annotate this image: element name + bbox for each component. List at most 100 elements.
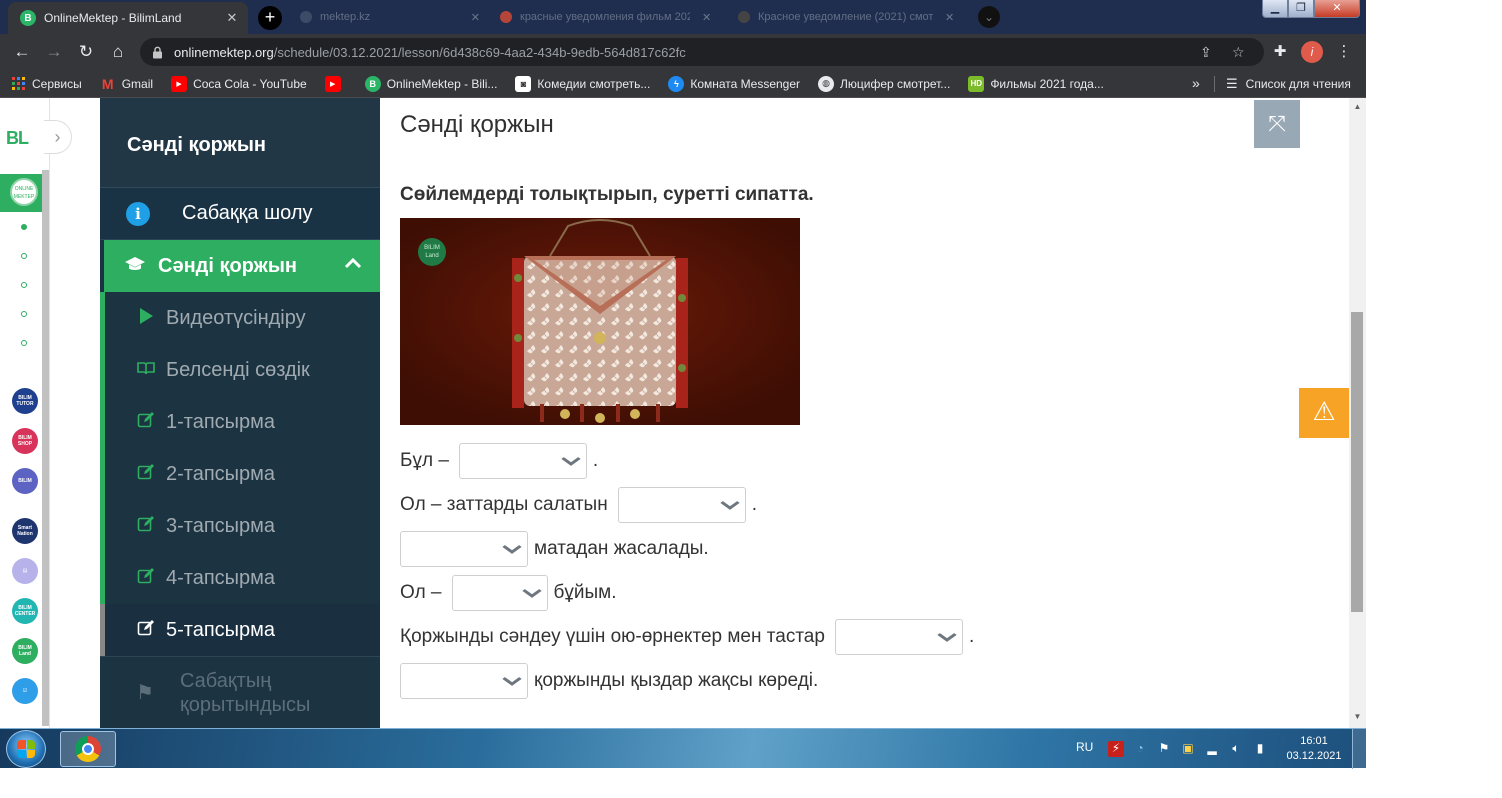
rail-app-icon[interactable]: ▤ (12, 558, 38, 584)
sidebar-item-task[interactable]: 4-тапсырма (100, 552, 380, 604)
sidebar-item-task[interactable]: Видеотүсіндіру (100, 292, 380, 344)
language-indicator[interactable]: RU (1076, 740, 1093, 754)
rail-app-icon[interactable]: Smart Nation (12, 518, 38, 544)
maximize-button[interactable]: ❐ (1288, 0, 1314, 18)
bookmark-youtube[interactable]: ▶ (324, 75, 347, 92)
start-button[interactable] (6, 730, 46, 768)
rail-nav-dot[interactable] (21, 340, 27, 346)
sidebar-section-toggle[interactable]: Сәнді қоржын (104, 240, 380, 292)
profile-avatar[interactable]: i (1301, 41, 1323, 63)
rail-nav-dot[interactable] (21, 224, 27, 230)
power-plug-icon[interactable]: ▮ (1252, 741, 1268, 757)
background-tab-1[interactable]: mektep.kz ✕ (300, 6, 480, 28)
address-bar[interactable]: onlinemektep.org /schedule/03.12.2021/le… (140, 38, 1264, 66)
back-icon[interactable]: ← (10, 40, 34, 64)
tab-close-icon[interactable]: ✕ (945, 11, 954, 24)
extensions-puzzle-icon[interactable]: ✚ (1268, 40, 1292, 64)
tab-close-icon[interactable]: ✕ (222, 10, 242, 26)
globe-icon: ◍ (818, 75, 835, 92)
sidebar-item-conclusion[interactable]: ⚑ Сабақтың қорытындысы (100, 656, 380, 728)
bookmark-label: Комедии смотреть... (537, 76, 651, 91)
rail-scrollbar[interactable] (42, 170, 49, 726)
bookmark-lucifer[interactable]: ◍ Люцифер смотрет... (818, 75, 950, 92)
scroll-down-arrow-icon[interactable]: ▼ (1349, 712, 1366, 721)
edit-icon (136, 567, 156, 590)
sentence-text-after: бұйым. (553, 582, 617, 603)
bookmark-onlinemektep[interactable]: B OnlineMektep - Bili... (364, 75, 497, 92)
answer-dropdown[interactable] (451, 575, 548, 611)
bookmark-films-2021[interactable]: HD Фильмы 2021 года... (968, 75, 1104, 92)
device-tray-icon[interactable]: ▣ (1180, 741, 1196, 757)
show-desktop-button[interactable] (1352, 729, 1366, 769)
reload-icon[interactable]: ↻ (74, 40, 98, 64)
rail-app-icon[interactable]: BILIM (12, 468, 38, 494)
answer-dropdown[interactable] (458, 443, 587, 479)
bookmark-services[interactable]: Сервисы (10, 76, 82, 92)
answer-dropdown[interactable] (400, 531, 528, 567)
tab-title: OnlineMektep - BilimLand (44, 11, 182, 25)
scroll-up-arrow-icon[interactable]: ▲ (1349, 102, 1366, 111)
rail-app-icon[interactable]: BILIM CENTER (12, 598, 38, 624)
menu-kebab-icon[interactable]: ⋮ (1332, 40, 1356, 64)
sentence-text-after: . (968, 626, 975, 647)
forward-icon[interactable]: → (42, 40, 66, 64)
reading-list-button[interactable]: ☰ Список для чтения (1226, 76, 1351, 92)
fullscreen-expand-icon[interactable]: ⤧ (1254, 100, 1300, 148)
tab-search-icon[interactable]: ⌄ (978, 6, 1000, 28)
rail-app-icon[interactable]: ☑ (12, 678, 38, 704)
tab-title: красные уведомления фильм 2021 (520, 11, 690, 23)
background-tab-3[interactable]: Красное уведомление (2021) смотреть ✕ (738, 6, 963, 28)
flag-icon: ⚑ (136, 681, 154, 704)
system-clock[interactable]: 16:01 03.12.2021 (1282, 734, 1346, 764)
close-window-button[interactable]: ✕ (1314, 0, 1360, 18)
lesson-sidebar: Сәнді қоржын i Сабаққа шолу Сәнді қоржын… (100, 98, 380, 728)
sidebar-item-task[interactable]: 5-тапсырма (100, 604, 380, 656)
onlinemektep-app-icon[interactable]: ONLINE MEKTEP (10, 178, 38, 206)
minimize-button[interactable]: ▁ (1262, 0, 1288, 18)
bookmark-comedies[interactable]: ◙ Комедии смотреть... (515, 75, 651, 92)
sidebar-item-task[interactable]: 1-тапсырма (100, 396, 380, 448)
bookmark-gmail[interactable]: M Gmail (100, 76, 153, 92)
acrobat-tray-icon[interactable]: ⚡ (1108, 741, 1124, 757)
action-center-flag-icon[interactable]: ⚑ (1156, 741, 1172, 757)
background-tab-2[interactable]: красные уведомления фильм 2021 ✕ (500, 6, 720, 28)
graduation-cap-icon (124, 256, 146, 277)
sidebar-item-task[interactable]: Белсенді сөздік (100, 344, 380, 396)
tab-close-icon[interactable]: ✕ (702, 11, 711, 24)
sidebar-item-task[interactable]: 3-тапсырма (100, 500, 380, 552)
rail-app-icon[interactable]: BILIM Land (12, 638, 38, 664)
active-tab[interactable]: B OnlineMektep - BilimLand ✕ (8, 2, 248, 34)
signal-strength-icon[interactable]: ▂ (1204, 741, 1220, 757)
chrome-icon (75, 736, 101, 762)
bookmark-coca-cola-youtube[interactable]: ▶ Coca Cola - YouTube (171, 75, 307, 92)
rail-app-icon[interactable]: BILIM SHOP (12, 428, 38, 454)
lock-icon[interactable] (150, 45, 164, 59)
sidebar-item-task[interactable]: 2-тапсырма (100, 448, 380, 500)
tab-close-icon[interactable]: ✕ (471, 11, 480, 24)
answer-dropdown[interactable] (400, 663, 528, 699)
bilimland-logo[interactable]: BL (6, 128, 29, 149)
sidebar-item-overview[interactable]: i Сабаққа шолу (100, 188, 380, 240)
tab-title: mektep.kz (320, 11, 371, 23)
scroll-thumb[interactable] (1351, 312, 1363, 612)
home-icon[interactable]: ⌂ (106, 40, 130, 64)
answer-dropdown[interactable] (834, 619, 963, 655)
sidebar-header: Сәнді қоржын (100, 98, 380, 188)
rail-nav-dot[interactable] (21, 311, 27, 317)
share-icon[interactable]: ⇪ (1200, 38, 1212, 66)
chevron-down-icon (720, 494, 740, 519)
rail-app-icon[interactable]: BILIM TUTOR (12, 388, 38, 414)
page-scrollbar[interactable]: ▲ ▼ (1349, 98, 1366, 728)
rail-nav-dot[interactable] (21, 282, 27, 288)
more-bookmarks-icon[interactable]: » (1192, 75, 1200, 91)
new-tab-button[interactable]: + (258, 6, 282, 30)
report-warning-icon[interactable]: ⚠ (1299, 388, 1349, 438)
taskbar-chrome-button[interactable] (60, 731, 116, 767)
network-status-tray-icon[interactable]: ◔ (1132, 741, 1148, 757)
bookmark-star-icon[interactable]: ☆ (1232, 38, 1245, 66)
bookmark-messenger[interactable]: ϟ Комната Messenger (668, 75, 800, 92)
volume-icon[interactable]: 🔈︎ (1228, 741, 1244, 757)
rail-nav-dot[interactable] (21, 253, 27, 259)
rail-expand-chevron-icon[interactable]: › (44, 120, 72, 154)
answer-dropdown[interactable] (617, 487, 746, 523)
